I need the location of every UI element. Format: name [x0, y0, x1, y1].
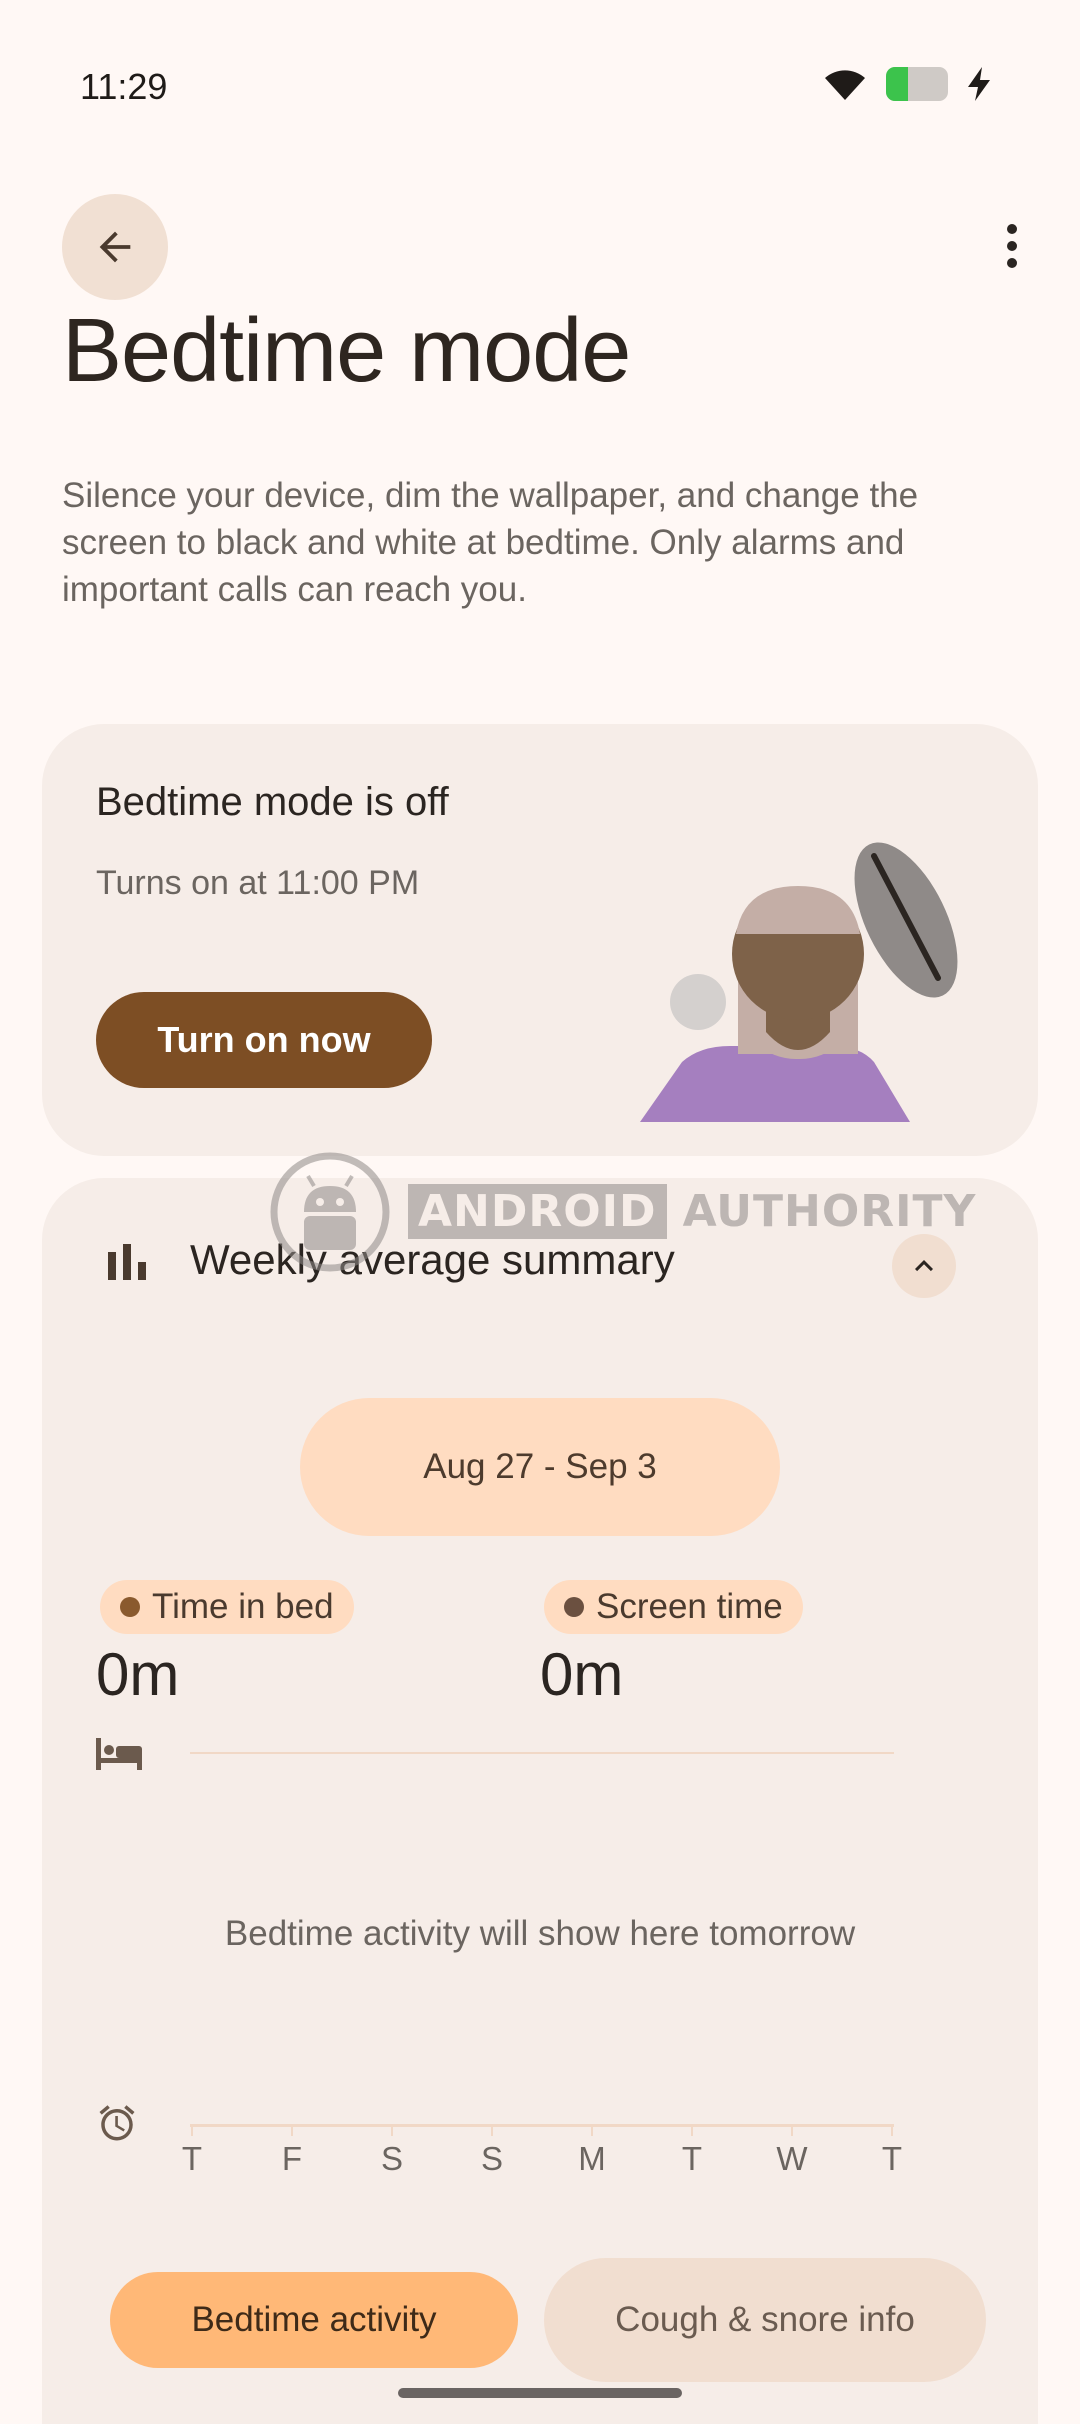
- alarm-icon: [99, 2105, 135, 2141]
- back-button[interactable]: [62, 194, 168, 300]
- more-vert-icon: [1007, 224, 1017, 268]
- bedtime-state-text: Bedtime mode is off: [96, 780, 449, 824]
- page-title: Bedtime mode: [62, 301, 631, 401]
- bedtime-status-card: Bedtime mode is off Turns on at 11:00 PM…: [42, 724, 1038, 1156]
- day-tick: [891, 2124, 893, 2136]
- chart-bottom-line: [190, 2124, 894, 2127]
- day-tick: [491, 2124, 493, 2136]
- bedtime-schedule-text: Turns on at 11:00 PM: [96, 864, 420, 902]
- more-options-button[interactable]: [992, 216, 1032, 276]
- weekly-summary-card: Weekly average summary Aug 27 - Sep 3 Ti…: [42, 1178, 1038, 2424]
- bedtime-mode-screen: 11:29 Bedtime mode Silence your device, …: [0, 0, 1080, 2424]
- tab-bedtime-activity[interactable]: Bedtime activity: [110, 2272, 518, 2368]
- bar-chart-icon: [108, 1244, 146, 1280]
- day-tick: [291, 2124, 293, 2136]
- day-label: S: [380, 2140, 403, 2177]
- battery-level: [886, 67, 908, 101]
- day-tick: [191, 2124, 193, 2136]
- screen-time-dot: [564, 1597, 584, 1617]
- screen-time-label: Screen time: [596, 1587, 783, 1626]
- page-description: Silence your device, dim the wallpaper, …: [62, 476, 919, 609]
- charging-bolt-icon: [968, 67, 990, 101]
- day-label: F: [281, 2140, 303, 2177]
- day-label: T: [881, 2140, 903, 2177]
- day-label: W: [776, 2140, 808, 2177]
- status-time: 11:29: [80, 66, 168, 107]
- tab-cough-snore-label: Cough & snore info: [615, 2300, 915, 2339]
- day-label: M: [578, 2140, 606, 2177]
- arrow-back-icon: [99, 231, 131, 263]
- day-label: T: [681, 2140, 703, 2177]
- wifi-icon: [825, 70, 865, 100]
- screen-time-legend: Screen time: [544, 1580, 803, 1634]
- day-label: S: [480, 2140, 503, 2177]
- tab-cough-snore-info[interactable]: Cough & snore info: [544, 2258, 986, 2382]
- collapse-button[interactable]: [892, 1234, 956, 1298]
- chart-top-line: [190, 1752, 894, 1754]
- chevron-up-icon: [915, 1260, 933, 1272]
- summary-title: Weekly average summary: [190, 1236, 675, 1283]
- time-in-bed-dot: [120, 1597, 140, 1617]
- day-tick: [391, 2124, 393, 2136]
- time-in-bed-legend: Time in bed: [100, 1580, 354, 1634]
- date-range-chip[interactable]: Aug 27 - Sep 3: [300, 1398, 780, 1536]
- bed-icon: [96, 1738, 142, 1770]
- battery-icon: [886, 67, 948, 101]
- day-tick: [691, 2124, 693, 2136]
- day-label: T: [181, 2140, 203, 2177]
- status-icons: [822, 66, 992, 102]
- time-in-bed-value: 0m: [96, 1641, 180, 1708]
- day-tick: [791, 2124, 793, 2136]
- person-sleeping-illustration: [640, 842, 958, 1122]
- screen-time-value: 0m: [540, 1641, 624, 1708]
- empty-activity-message: Bedtime activity will show here tomorrow: [224, 1914, 856, 1953]
- day-tick: [591, 2124, 593, 2136]
- turn-on-now-button[interactable]: Turn on now: [96, 992, 432, 1088]
- home-indicator[interactable]: [398, 2388, 682, 2398]
- time-in-bed-label: Time in bed: [152, 1587, 334, 1626]
